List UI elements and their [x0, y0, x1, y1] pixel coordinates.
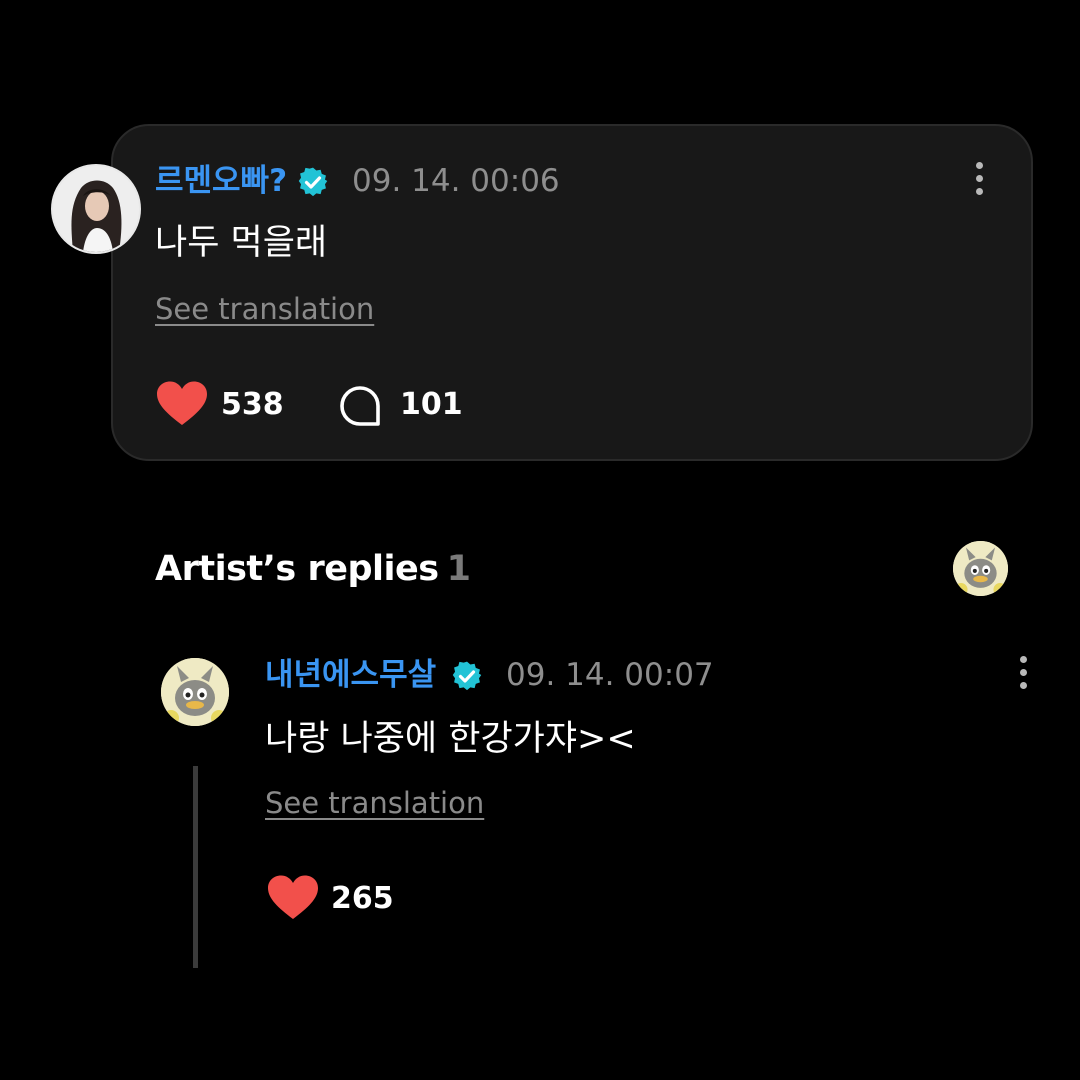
comment-reply-count: 101	[400, 387, 463, 422]
comment-bubble-icon[interactable]	[338, 384, 382, 428]
reply-text: 나랑 나중에 한강가쟈><	[265, 719, 636, 759]
artist-replies-title: Artist’s replies	[155, 549, 439, 589]
comment-timestamp: 09. 14. 00:06	[352, 163, 560, 199]
reply-timestamp: 09. 14. 00:07	[506, 657, 714, 693]
comment-like-count: 538	[221, 387, 284, 422]
see-translation-link[interactable]: See translation	[265, 789, 484, 818]
artist-replies-count: 1	[446, 549, 471, 589]
reply-author-avatar[interactable]	[161, 658, 229, 726]
comment-author-name[interactable]: 르멘오빠?	[155, 166, 287, 197]
see-translation-link[interactable]: See translation	[155, 295, 374, 324]
verified-badge-icon	[298, 167, 328, 197]
artist-replies-heading: Artist’s replies 1	[155, 549, 471, 589]
reply-like-count: 265	[331, 881, 394, 916]
reply-author-name[interactable]: 내년에스무살	[265, 660, 436, 691]
verified-badge-icon	[452, 661, 482, 691]
thread-line	[193, 766, 198, 968]
comment-text: 나두 먹을래	[155, 223, 328, 263]
more-vertical-icon[interactable]	[974, 162, 984, 198]
more-vertical-icon[interactable]	[1018, 656, 1028, 692]
artist-avatar-small[interactable]	[953, 541, 1008, 596]
heart-icon[interactable]	[267, 875, 319, 921]
heart-icon[interactable]	[156, 381, 208, 427]
comment-author-avatar[interactable]	[51, 164, 141, 254]
